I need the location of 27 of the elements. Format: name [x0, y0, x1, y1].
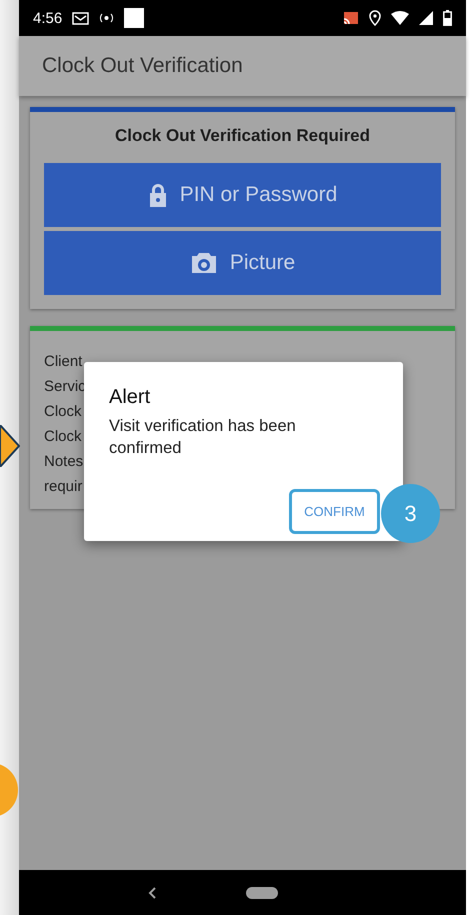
notification-icon: [124, 8, 144, 28]
mail-icon: [72, 12, 90, 24]
lock-icon: [148, 183, 168, 207]
confirm-button[interactable]: CONFIRM: [289, 489, 380, 534]
dialog-title: Alert: [109, 386, 152, 409]
battery-icon: [443, 10, 452, 26]
dialog-message: Visit verification has been confirmed: [109, 416, 297, 459]
arrow-icon: [0, 425, 20, 467]
card-title: Clock Out Verification Required: [114, 126, 372, 146]
wifi-icon: [391, 11, 409, 25]
back-icon[interactable]: [148, 886, 156, 898]
signal-icon: [419, 11, 433, 25]
detail-text: Clock: [44, 402, 82, 422]
status-time: 4:56: [33, 10, 62, 26]
location-icon: [369, 10, 381, 26]
detail-text: Client: [44, 352, 82, 372]
radio-icon: [99, 12, 114, 24]
cast-icon: [343, 11, 359, 25]
verification-button[interactable]: PIN or Password: [44, 163, 441, 227]
detail-text: Servic: [44, 377, 86, 397]
detail-text: Notes: [44, 452, 84, 472]
detail-text: Clock: [44, 427, 82, 447]
screen-title: Clock Out Verification: [42, 54, 243, 78]
home-button[interactable]: [246, 886, 278, 898]
verification-button[interactable]: Picture: [44, 231, 441, 295]
camera-icon: [190, 251, 218, 275]
detail-text: requir: [44, 477, 82, 497]
